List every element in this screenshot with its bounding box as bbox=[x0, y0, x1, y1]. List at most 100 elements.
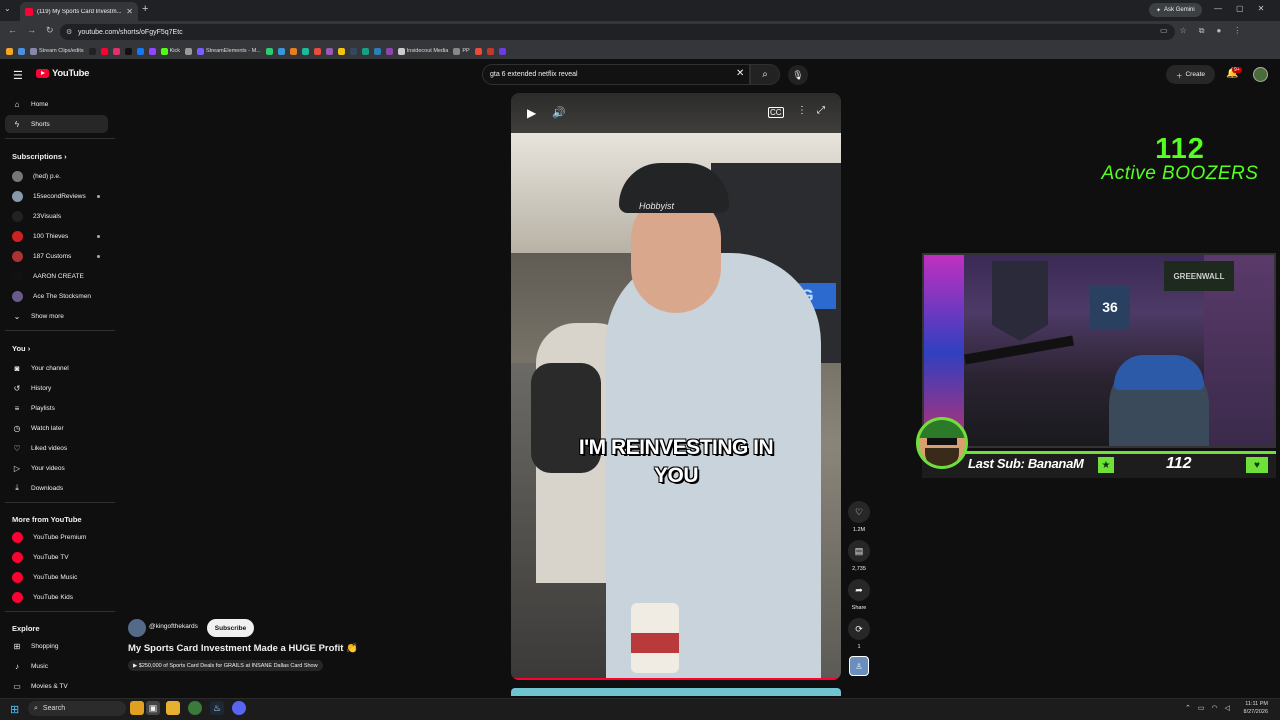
explore-header[interactable]: Explore bbox=[12, 624, 40, 633]
video-progress-bar[interactable] bbox=[511, 678, 841, 680]
forward-icon[interactable]: → bbox=[27, 25, 36, 36]
bookmark-item[interactable] bbox=[337, 47, 345, 55]
sidebar-subscription[interactable]: 187 Customs bbox=[5, 247, 108, 265]
weather-icon[interactable] bbox=[130, 701, 144, 715]
site-info-icon[interactable]: ⚙ bbox=[66, 28, 72, 36]
back-icon[interactable]: ← bbox=[8, 25, 17, 36]
voice-search-button[interactable]: 🎙 bbox=[788, 65, 808, 85]
captions-icon[interactable]: CC bbox=[768, 107, 784, 118]
tab-menu-icon[interactable]: ⌄ bbox=[4, 4, 11, 13]
bookmark-item[interactable] bbox=[185, 47, 193, 55]
bookmark-item[interactable] bbox=[136, 47, 144, 55]
browser-tab[interactable]: (119) My Sports Card Investm... ✕ bbox=[20, 2, 138, 21]
volume-icon[interactable]: 🔊 bbox=[552, 106, 566, 119]
close-tab-icon[interactable]: ✕ bbox=[126, 7, 133, 16]
bookmark-item[interactable] bbox=[112, 47, 120, 55]
sidebar-item-you[interactable]: ⤓ Downloads bbox=[5, 479, 108, 497]
bookmark-item[interactable] bbox=[18, 47, 25, 55]
bookmark-item[interactable] bbox=[277, 47, 285, 55]
task-view-icon[interactable]: ▣ bbox=[146, 701, 160, 715]
like-button[interactable]: ♡ bbox=[848, 501, 870, 523]
bookmark-item[interactable] bbox=[289, 47, 297, 55]
sidebar-item-more[interactable]: YouTube Kids bbox=[5, 588, 108, 606]
tray-display-icon[interactable]: ▭ bbox=[1198, 704, 1205, 712]
minimize-button[interactable]: — bbox=[1214, 4, 1222, 13]
chrome-icon[interactable] bbox=[188, 701, 202, 715]
bookmark-item[interactable]: Insidecout Media bbox=[397, 47, 448, 55]
bookmark-item[interactable] bbox=[325, 47, 333, 55]
new-tab-button[interactable]: + bbox=[142, 3, 148, 15]
file-explorer-icon[interactable] bbox=[166, 701, 180, 715]
url-bar[interactable]: ⚙ youtube.com/shorts/oFgyF5q7Etc bbox=[60, 24, 1175, 40]
maximize-button[interactable]: ▢ bbox=[1236, 4, 1244, 13]
wifi-icon[interactable]: ◠ bbox=[1212, 704, 1218, 712]
profile-icon[interactable]: ● bbox=[1216, 26, 1221, 36]
subscriptions-header[interactable]: Subscriptions › bbox=[12, 152, 67, 161]
sidebar-subscription[interactable]: Ace The Stocksmen bbox=[5, 287, 108, 305]
sidebar-item-explore[interactable]: ⊞ Shopping bbox=[5, 637, 108, 655]
fullscreen-icon[interactable]: ⤢ bbox=[817, 105, 825, 116]
sidebar-subscription[interactable]: 100 Thieves bbox=[5, 227, 108, 245]
subscribe-button[interactable]: Subscribe bbox=[207, 619, 254, 637]
tray-chevron-icon[interactable]: ⌃ bbox=[1185, 704, 1191, 712]
ask-gemini-button[interactable]: ✦ Ask Gemini bbox=[1149, 3, 1202, 17]
show-more[interactable]: ⌄ Show more bbox=[5, 307, 108, 325]
search-input[interactable]: gta 6 extended netflix reveal bbox=[482, 64, 750, 85]
bookmark-item[interactable]: Stream Clips/edits bbox=[30, 47, 84, 55]
sidebar-item-you[interactable]: ↺ History bbox=[5, 379, 108, 397]
bookmark-item[interactable] bbox=[6, 47, 13, 55]
discord-icon[interactable] bbox=[232, 701, 246, 715]
create-button[interactable]: ＋ Create bbox=[1166, 65, 1215, 84]
steam-icon[interactable]: ♨ bbox=[210, 701, 224, 715]
sidebar-subscription[interactable]: 15secondReviews bbox=[5, 187, 108, 205]
bookmark-item[interactable] bbox=[361, 47, 369, 55]
sidebar-item-more[interactable]: YouTube TV bbox=[5, 548, 108, 566]
bookmark-item[interactable]: PP bbox=[453, 47, 470, 55]
browser-menu-icon[interactable]: ⋮ bbox=[1233, 26, 1241, 36]
sidebar-item-explore[interactable]: ♪ Music bbox=[5, 657, 108, 675]
bookmark-item[interactable] bbox=[124, 47, 132, 55]
extensions-icon[interactable]: ⧉ bbox=[1199, 26, 1205, 36]
close-window-button[interactable]: ✕ bbox=[1258, 4, 1265, 13]
bookmark-item[interactable] bbox=[474, 47, 482, 55]
taskbar-search[interactable]: ⌕ Search bbox=[28, 701, 126, 716]
more-from-youtube-header[interactable]: More from YouTube bbox=[12, 515, 82, 524]
bookmark-item[interactable] bbox=[349, 47, 357, 55]
reload-icon[interactable]: ↻ bbox=[46, 25, 54, 36]
more-options-icon[interactable]: ⋮ bbox=[797, 105, 807, 116]
related-video-link[interactable]: ▶ $250,000 of Sports Card Deals for GRAI… bbox=[128, 660, 323, 671]
taskbar-clock[interactable]: 11:11 PM 8/27/2026 bbox=[1228, 700, 1268, 716]
share-button[interactable]: ➦ bbox=[848, 579, 870, 601]
you-header[interactable]: You › bbox=[12, 344, 30, 353]
sidebar-item-you[interactable]: ≡ Playlists bbox=[5, 399, 108, 417]
sidebar-item-you[interactable]: ▷ Your videos bbox=[5, 459, 108, 477]
sidebar-subscription[interactable]: AARON CREATE bbox=[5, 267, 108, 285]
sidebar-item-more[interactable]: YouTube Premium bbox=[5, 528, 108, 546]
channel-avatar[interactable] bbox=[128, 619, 146, 637]
bookmark-item[interactable] bbox=[498, 47, 506, 55]
bookmark-item[interactable] bbox=[301, 47, 309, 55]
sidebar-item-you[interactable]: ♡ Liked videos bbox=[5, 439, 108, 457]
bookmark-item[interactable] bbox=[373, 47, 381, 55]
sidebar-item-more[interactable]: YouTube Music bbox=[5, 568, 108, 586]
bookmark-item[interactable] bbox=[265, 47, 273, 55]
sidebar-item-you[interactable]: ◙ Your channel bbox=[5, 359, 108, 377]
channel-name[interactable]: @kingofthekards bbox=[149, 623, 198, 630]
bookmark-item[interactable]: StreamElements - M... bbox=[197, 47, 261, 55]
sidebar-subscription[interactable]: (hed) p.e. bbox=[5, 167, 108, 185]
sound-avatar[interactable]: ♙ bbox=[849, 656, 869, 676]
bookmark-item[interactable] bbox=[313, 47, 321, 55]
play-icon[interactable]: ▶ bbox=[527, 106, 536, 120]
remix-button[interactable]: ⟳ bbox=[848, 618, 870, 640]
sidebar-item-explore[interactable]: ▭ Movies & TV bbox=[5, 677, 108, 695]
bookmark-item[interactable] bbox=[148, 47, 156, 55]
sidebar-item-home[interactable]: ⌂ Home bbox=[5, 95, 108, 113]
youtube-logo[interactable]: YouTube bbox=[36, 68, 89, 79]
bookmark-item[interactable] bbox=[100, 47, 108, 55]
bookmark-item[interactable]: Kick bbox=[160, 47, 180, 55]
account-avatar[interactable] bbox=[1253, 67, 1268, 82]
menu-icon[interactable]: ☰ bbox=[13, 69, 23, 82]
next-short-preview[interactable] bbox=[511, 688, 841, 696]
bookmark-item[interactable] bbox=[486, 47, 494, 55]
bookmark-item[interactable] bbox=[385, 47, 393, 55]
